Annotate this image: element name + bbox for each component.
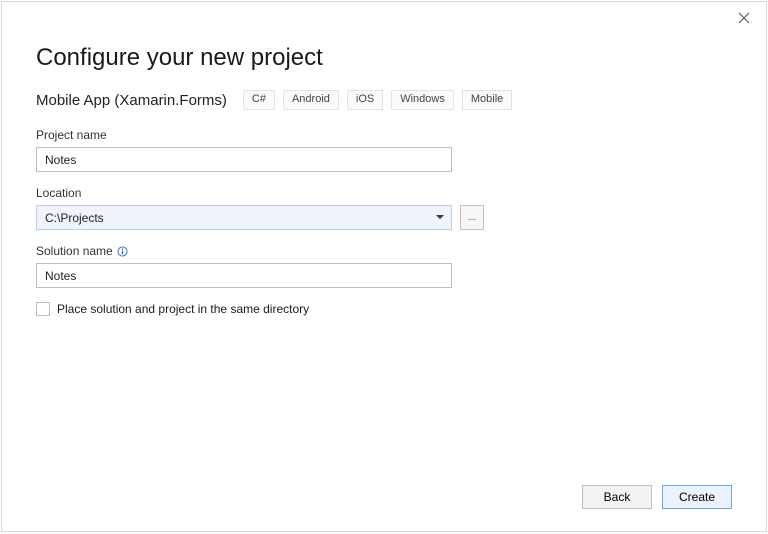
browse-button[interactable]: ...	[460, 205, 484, 230]
location-label: Location	[36, 186, 732, 200]
solution-name-label: Solution name	[36, 244, 732, 258]
same-directory-label: Place solution and project in the same d…	[57, 302, 309, 316]
project-name-input[interactable]	[36, 147, 452, 172]
tag: Windows	[391, 90, 454, 110]
project-name-group: Project name	[36, 128, 732, 172]
close-icon[interactable]	[738, 12, 752, 26]
chevron-down-icon	[433, 211, 447, 225]
dialog-footer: Back Create	[582, 485, 732, 509]
same-directory-row: Place solution and project in the same d…	[36, 302, 732, 316]
location-group: Location C:\Projects ...	[36, 186, 732, 230]
solution-name-group: Solution name	[36, 244, 732, 288]
tag: Mobile	[462, 90, 512, 110]
template-name: Mobile App (Xamarin.Forms)	[36, 92, 227, 109]
location-combo[interactable]: C:\Projects	[36, 205, 452, 230]
info-icon[interactable]	[117, 245, 129, 257]
solution-name-input[interactable]	[36, 263, 452, 288]
page-title: Configure your new project	[36, 44, 732, 72]
same-directory-checkbox[interactable]	[36, 302, 50, 316]
tag: iOS	[347, 90, 383, 110]
create-button[interactable]: Create	[662, 485, 732, 509]
tag: C#	[243, 90, 275, 110]
tag: Android	[283, 90, 339, 110]
template-summary: Mobile App (Xamarin.Forms) C# Android iO…	[36, 90, 732, 110]
back-button[interactable]: Back	[582, 485, 652, 509]
new-project-dialog: Configure your new project Mobile App (X…	[1, 1, 767, 532]
solution-name-label-text: Solution name	[36, 244, 113, 258]
location-value: C:\Projects	[45, 211, 104, 225]
project-name-label: Project name	[36, 128, 732, 142]
